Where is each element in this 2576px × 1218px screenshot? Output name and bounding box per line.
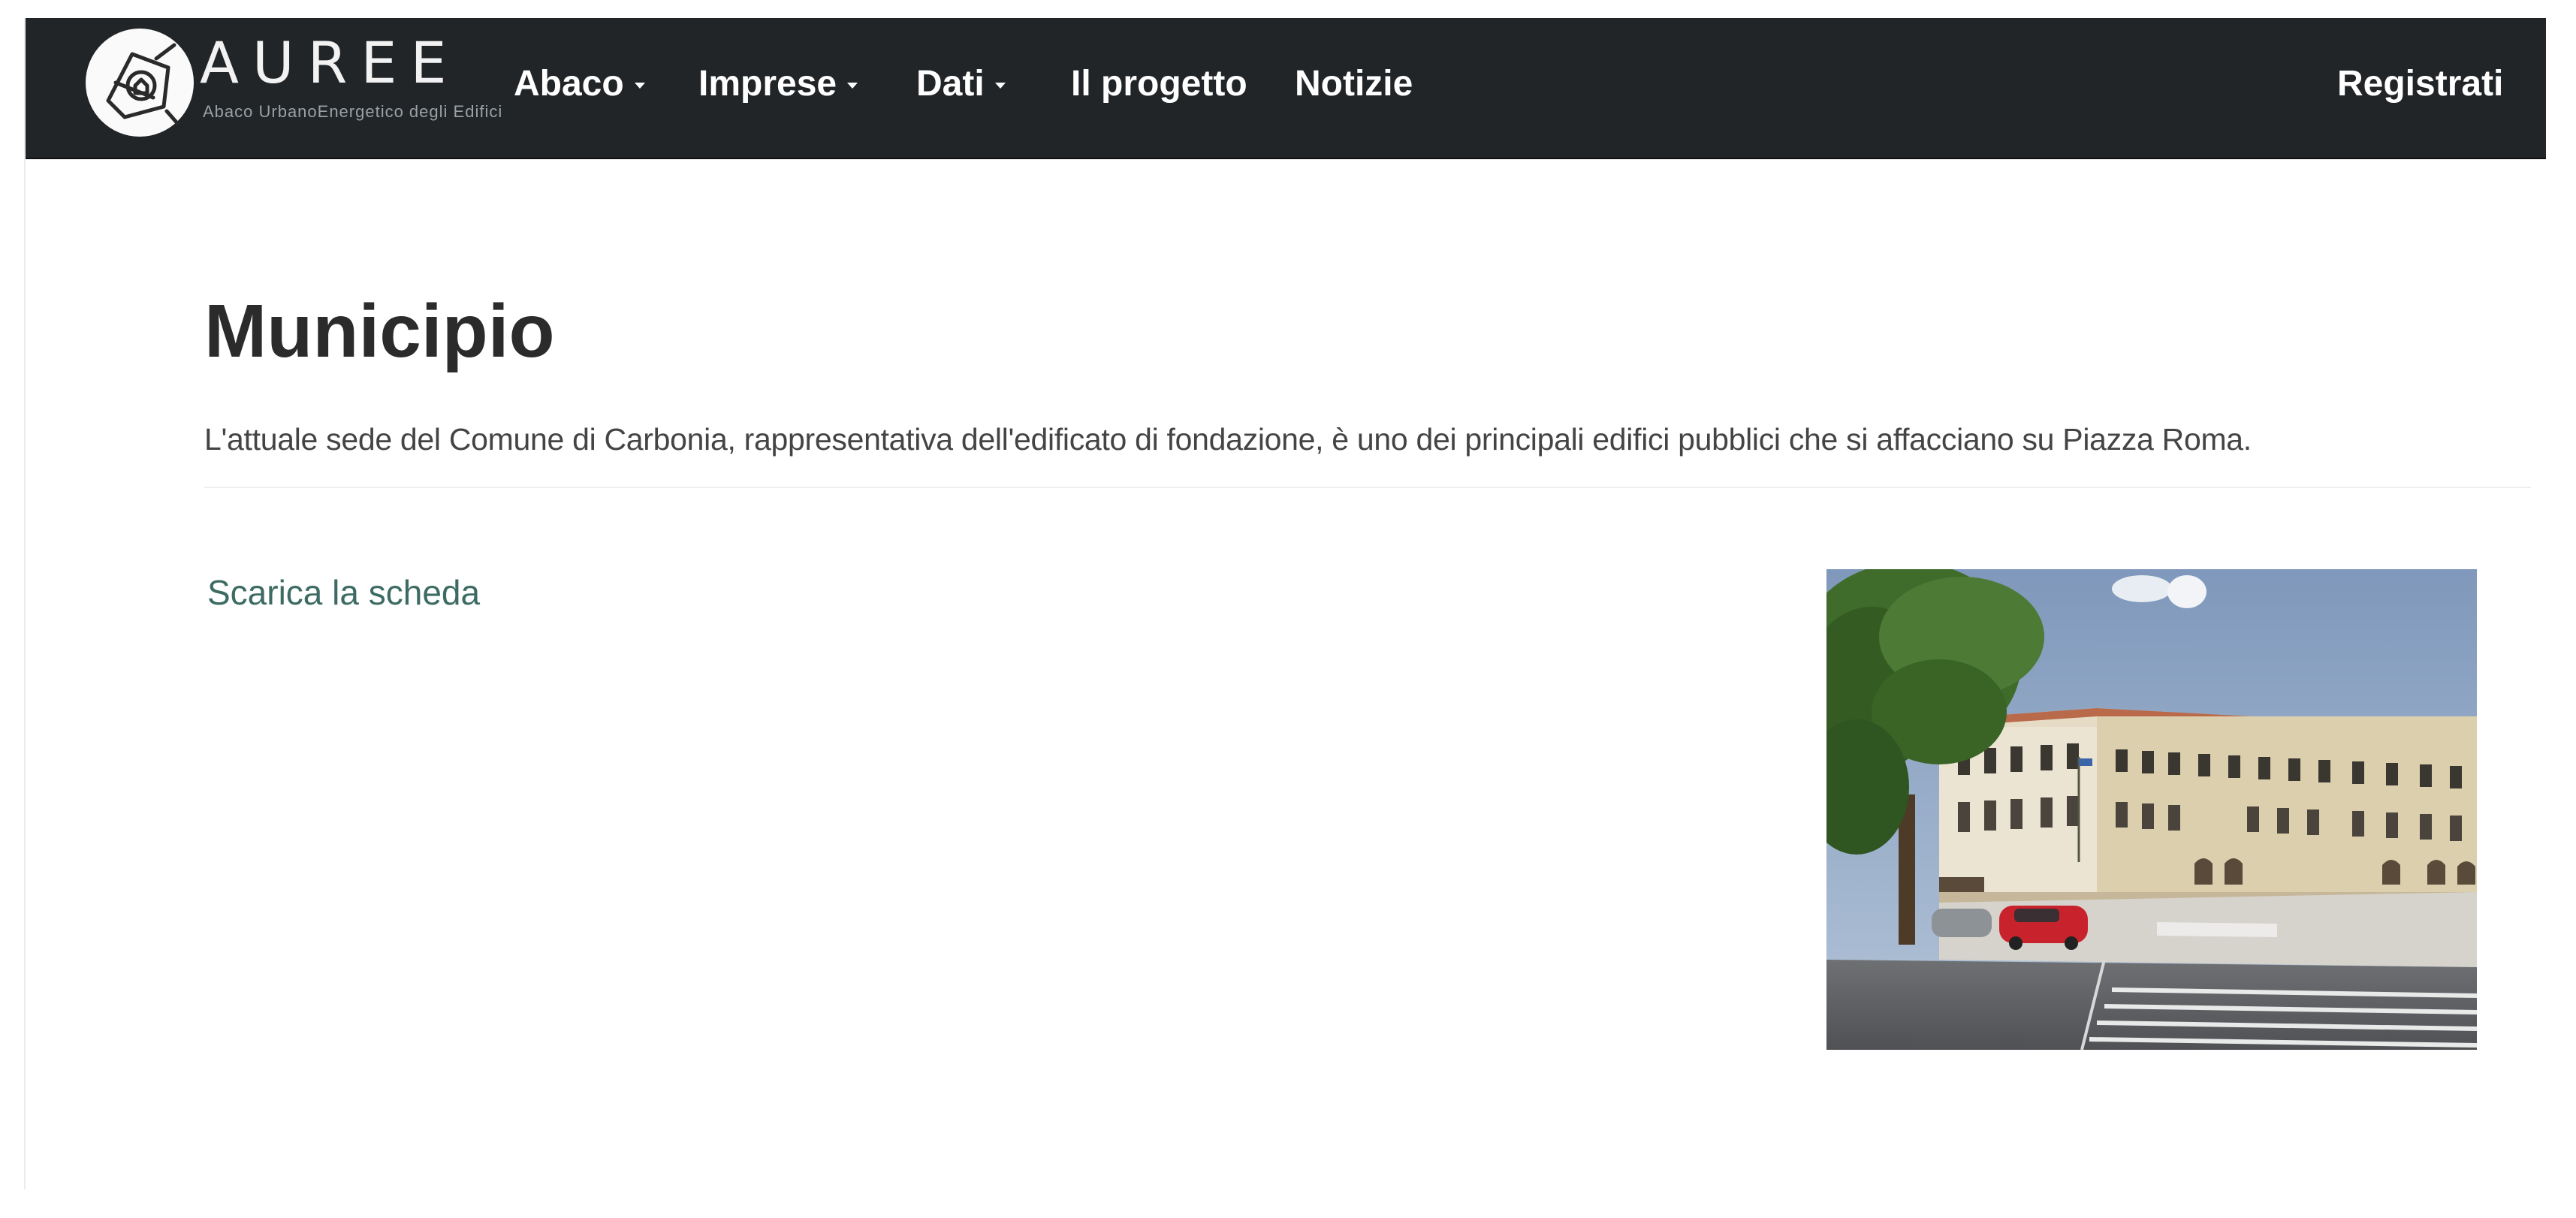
caret-down-icon: [994, 83, 1006, 89]
top-navbar: AUREE Abaco UrbanoEnergetico degli Edifi…: [26, 18, 2546, 159]
brand-title[interactable]: AUREE: [200, 35, 460, 92]
nav-item-dati[interactable]: Dati: [916, 64, 1006, 104]
nav-item-label: Notizie: [1295, 64, 1413, 104]
page-title: Municipio: [204, 289, 555, 373]
page-frame: AUREE Abaco UrbanoEnergetico degli Edifi…: [24, 18, 2546, 1189]
building-photo: [1826, 569, 2477, 1050]
nav-item-label: Il progetto: [1071, 64, 1247, 104]
nav-item-imprese[interactable]: Imprese: [698, 64, 858, 104]
nav-item-notizie[interactable]: Notizie: [1295, 64, 1413, 104]
section-divider: [204, 487, 2531, 488]
brand-logo-icon[interactable]: [86, 29, 194, 137]
nav-item-il-progetto[interactable]: Il progetto: [1071, 64, 1247, 104]
nav-item-abaco[interactable]: Abaco: [514, 64, 645, 104]
caret-down-icon: [634, 83, 645, 89]
page-description: L'attuale sede del Comune di Carbonia, r…: [204, 422, 2252, 457]
download-sheet-link[interactable]: Scarica la scheda: [207, 572, 480, 613]
nav-item-label: Imprese: [698, 64, 837, 104]
caret-down-icon: [847, 83, 858, 89]
nav-item-label: Dati: [916, 64, 985, 104]
nav-item-label: Abaco: [514, 64, 624, 104]
register-link[interactable]: Registrati: [2337, 64, 2503, 104]
brand-subtitle: Abaco UrbanoEnergetico degli Edifici: [203, 102, 503, 121]
